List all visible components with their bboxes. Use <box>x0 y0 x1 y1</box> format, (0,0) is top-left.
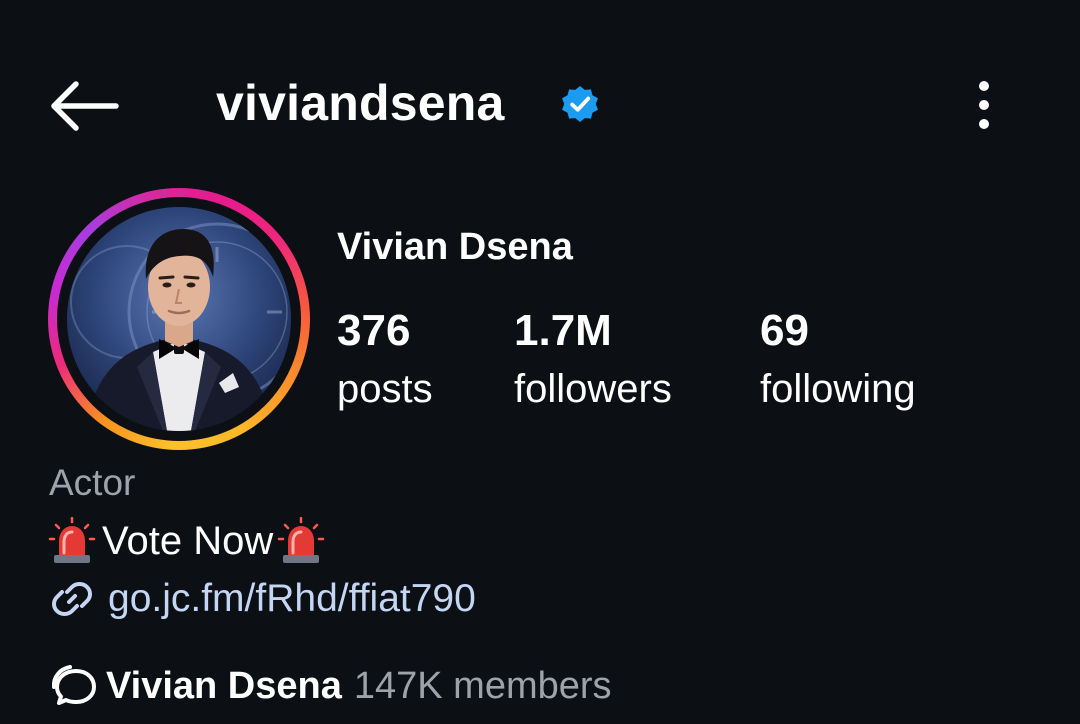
channel-name: Vivian Dsena <box>106 664 342 707</box>
posts-stat[interactable]: 376 posts <box>337 306 433 412</box>
posts-count: 376 <box>337 306 411 355</box>
siren-emoji-icon <box>48 517 96 563</box>
following-label: following <box>760 367 916 411</box>
link-icon <box>52 582 92 616</box>
posts-label: posts <box>337 367 433 411</box>
broadcast-channel[interactable]: Vivian Dsena 147K members <box>48 660 612 712</box>
avatar <box>67 207 291 431</box>
followers-label: followers <box>514 367 672 411</box>
profile-category: Actor <box>49 462 136 503</box>
profile-username: viviandsena <box>216 75 505 131</box>
more-vertical-icon <box>979 81 989 129</box>
back-button[interactable] <box>44 70 124 142</box>
more-options-button[interactable] <box>962 78 1006 134</box>
bio-text: Vote Now <box>102 518 274 563</box>
profile-link[interactable]: go.jc.fm/fRhd/ffiat790 <box>48 574 476 624</box>
verified-badge-icon <box>562 86 598 122</box>
avatar-story-ring[interactable] <box>48 188 310 450</box>
profile-full-name: Vivian Dsena <box>337 226 573 268</box>
following-count: 69 <box>760 306 809 355</box>
followers-stat[interactable]: 1.7M followers <box>514 306 672 412</box>
profile-link-text: go.jc.fm/fRhd/ffiat790 <box>108 577 476 620</box>
followers-count: 1.7M <box>514 306 612 355</box>
top-app-bar: viviandsena <box>0 0 1080 210</box>
broadcast-channel-icon <box>51 665 96 705</box>
siren-emoji-icon <box>277 517 325 563</box>
bio-line: Vote Now <box>48 516 325 566</box>
arrow-left-icon <box>51 81 119 131</box>
channel-members: 147K members <box>353 664 612 707</box>
profile-photo-icon <box>67 207 291 431</box>
following-stat[interactable]: 69 following <box>760 306 916 412</box>
